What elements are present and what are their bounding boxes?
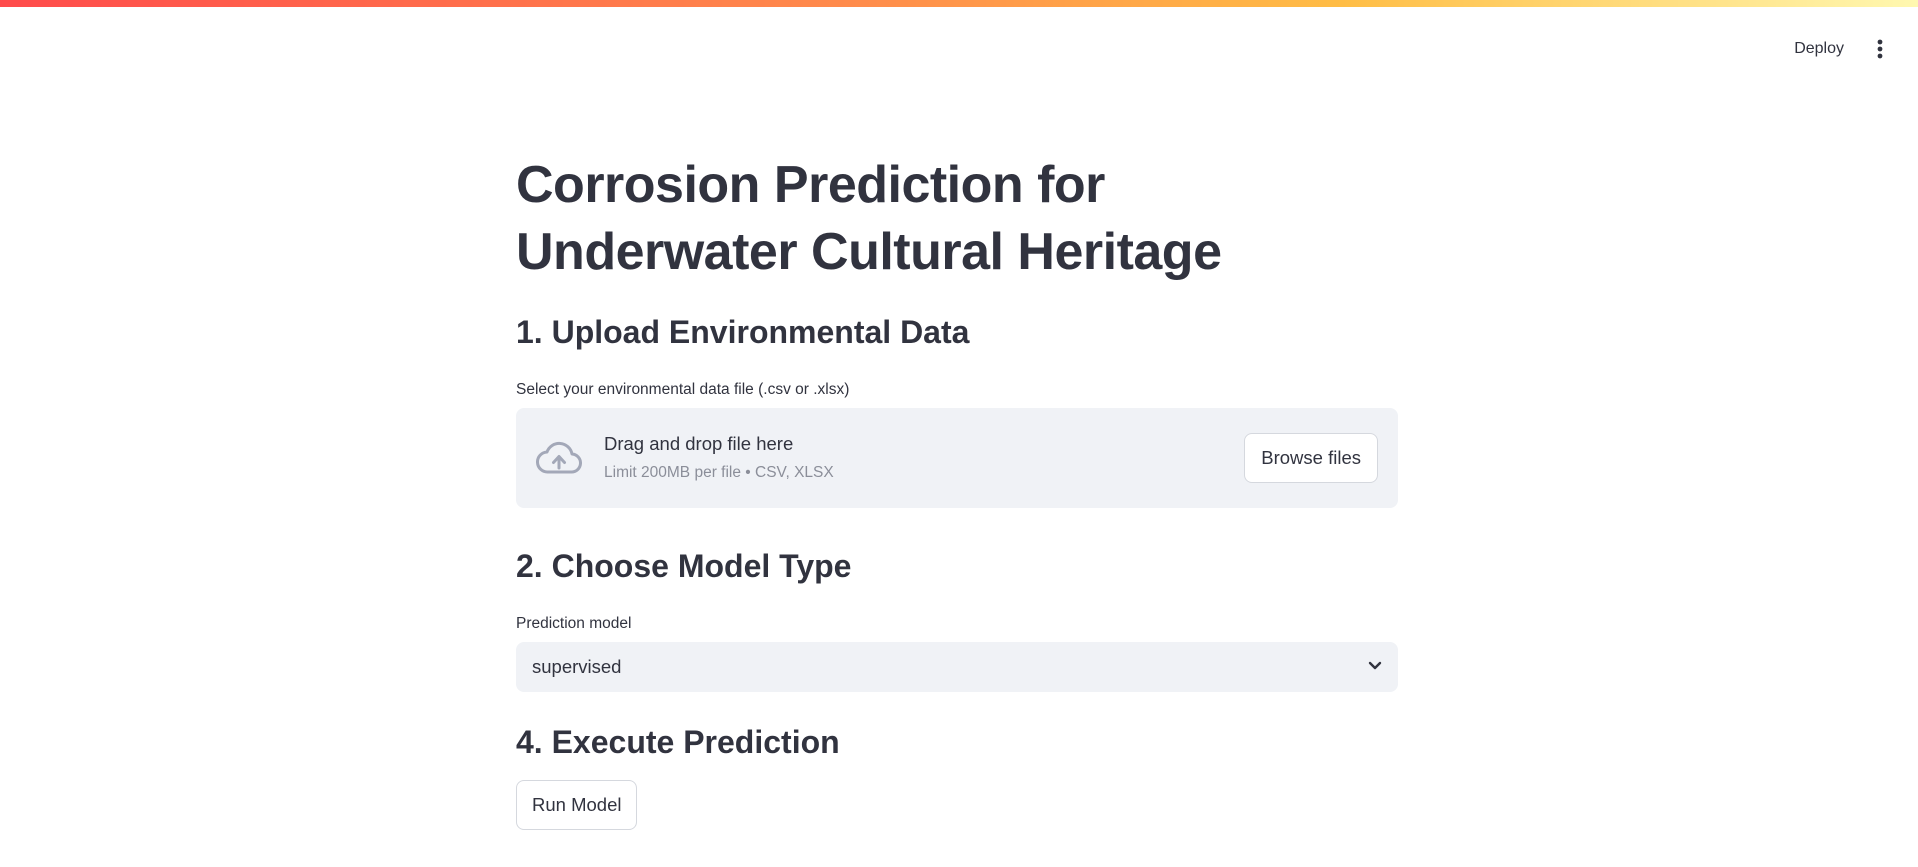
- chevron-down-icon: [1368, 658, 1382, 676]
- browse-files-button[interactable]: Browse files: [1244, 433, 1378, 483]
- upload-field-label: Select your environmental data file (.cs…: [516, 381, 850, 398]
- upload-section-heading: 1. Upload Environmental Data: [516, 314, 970, 350]
- dropzone-instructions: Drag and drop file here: [604, 433, 794, 454]
- page-title-line1: Corrosion Prediction for: [516, 156, 1105, 214]
- main-content: Corrosion Prediction for Underwater Cult…: [516, 152, 1398, 830]
- select-value: supervised: [532, 656, 622, 677]
- run-model-button[interactable]: Run Model: [516, 780, 638, 830]
- header-toolbar: Deploy: [1794, 36, 1890, 62]
- file-dropzone[interactable]: Drag and drop file here Limit 200MB per …: [516, 408, 1398, 508]
- deploy-button[interactable]: Deploy: [1794, 40, 1844, 58]
- model-section-heading: 2. Choose Model Type: [516, 548, 852, 584]
- cloud-upload-icon: [536, 440, 584, 476]
- decoration-bar: [0, 0, 1918, 7]
- prediction-model-select[interactable]: supervised: [516, 642, 1398, 692]
- page-title-line2: Underwater Cultural Heritage: [516, 223, 1222, 281]
- dropzone-text: Drag and drop file here Limit 200MB per …: [604, 432, 834, 484]
- dropzone-limit: Limit 200MB per file • CSV, XLSX: [604, 464, 834, 481]
- page-title: Corrosion Prediction for Underwater Cult…: [516, 152, 1398, 286]
- execute-section-heading: 4. Execute Prediction: [516, 724, 840, 760]
- vertical-ellipsis-icon[interactable]: [1870, 36, 1890, 62]
- model-field-label: Prediction model: [516, 615, 632, 632]
